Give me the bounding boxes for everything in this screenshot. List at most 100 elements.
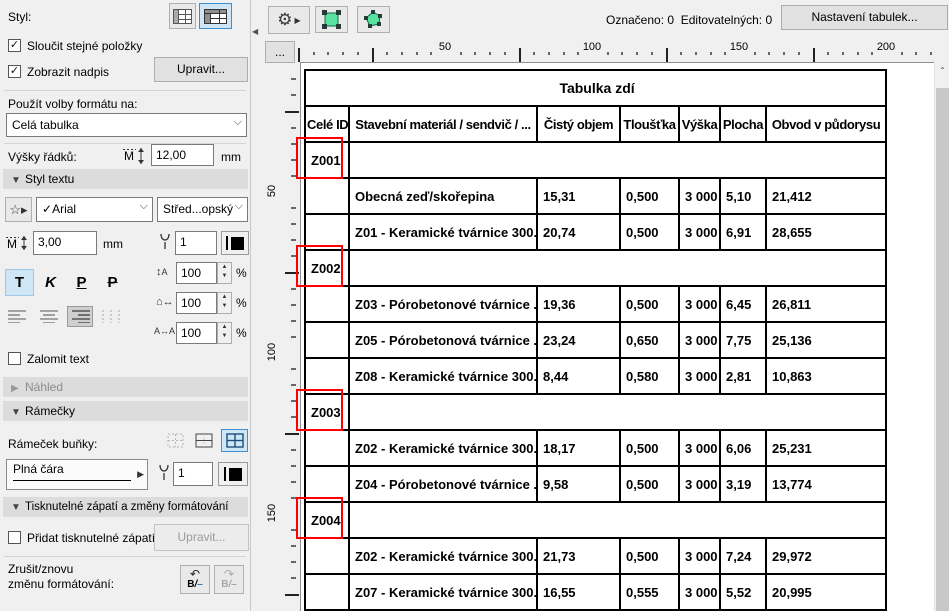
align-justify-button[interactable] <box>98 306 124 327</box>
preview-section-header[interactable]: ▶Náhled <box>3 377 248 397</box>
id-cell[interactable] <box>305 430 349 466</box>
text-pen-input[interactable]: 1 <box>175 231 217 255</box>
table-cell[interactable]: 13,774 <box>766 466 886 502</box>
table-cell[interactable]: 29,972 <box>766 538 886 574</box>
row-height-input[interactable]: 12,00 <box>151 144 214 166</box>
merge-items-checkbox[interactable]: ✓ <box>8 39 21 52</box>
table-style-header-button[interactable] <box>199 3 232 29</box>
char-width-spinner[interactable]: ▲▼ <box>217 292 232 314</box>
column-header[interactable]: Obvod v půdorysu <box>766 106 886 142</box>
footer-edit-button[interactable]: Upravit... <box>154 524 249 551</box>
text-style-section-header[interactable]: ▼Styl textu <box>3 169 248 189</box>
column-header[interactable]: Čistý objem <box>537 106 620 142</box>
show-heading-checkbox[interactable]: ✓ <box>8 65 21 78</box>
drawing-canvas[interactable]: Tabulka zdíCelé IDStavební materiál / se… <box>300 62 935 611</box>
heading-edit-button[interactable]: Upravit... <box>154 57 248 82</box>
table-cell[interactable]: 2,81 <box>720 358 766 394</box>
table-cell[interactable]: 3 000 <box>679 358 720 394</box>
text-pen-color-swatch[interactable] <box>221 231 249 255</box>
vertical-ruler[interactable]: 50100150 <box>264 62 300 611</box>
table-cell[interactable]: 7,24 <box>720 538 766 574</box>
vertical-scrollbar[interactable]: ⌃ <box>934 62 949 611</box>
table-cell[interactable]: Z03 - Pórobetonové tvárnice ... <box>349 286 537 322</box>
column-header[interactable]: Plocha <box>720 106 766 142</box>
scheme-settings-button[interactable]: Nastavení tabulek... <box>781 5 948 30</box>
table-cell[interactable]: 0,555 <box>620 574 679 610</box>
column-header[interactable]: Stavební materiál / sendvič / ... <box>349 106 537 142</box>
table-cell[interactable]: 0,500 <box>620 430 679 466</box>
spinner-down-icon[interactable]: ▼ <box>218 302 231 311</box>
table-cell[interactable]: 3 000 <box>679 322 720 358</box>
favorites-button[interactable]: ☆▸ <box>5 197 32 222</box>
schedule-title[interactable]: Tabulka zdí <box>305 70 886 106</box>
table-cell[interactable]: 0,500 <box>620 286 679 322</box>
table-cell[interactable]: 28,655 <box>766 214 886 250</box>
collapse-sidebar-arrow-icon[interactable]: ◀ <box>252 27 258 36</box>
table-cell[interactable]: 3 000 <box>679 538 720 574</box>
spinner-up-icon[interactable]: ▲ <box>218 293 231 302</box>
spinner-down-icon[interactable]: ▼ <box>218 272 231 281</box>
table-cell[interactable]: 5,52 <box>720 574 766 610</box>
font-select[interactable]: ✓Arial ⌵ <box>36 197 153 222</box>
border-all-button[interactable] <box>221 429 248 452</box>
table-cell[interactable]: Z02 - Keramické tvárnice 300... <box>349 538 537 574</box>
scrollbar-thumb[interactable] <box>936 88 949 611</box>
settings-menu-button[interactable]: ⚙ ▶ <box>268 6 310 34</box>
table-cell[interactable]: 6,91 <box>720 214 766 250</box>
id-cell[interactable] <box>305 322 349 358</box>
table-cell[interactable]: 0,500 <box>620 538 679 574</box>
scroll-up-button[interactable]: ⌃ <box>935 62 949 80</box>
table-cell[interactable]: Obecná zeď/skořepina <box>349 178 537 214</box>
table-cell[interactable]: 6,45 <box>720 286 766 322</box>
encoding-select[interactable]: Střed...opský ⌵ <box>157 197 248 222</box>
table-cell[interactable]: 6,06 <box>720 430 766 466</box>
table-cell[interactable]: 5,10 <box>720 178 766 214</box>
table-cell[interactable]: Z07 - Keramické tvárnice 300... <box>349 574 537 610</box>
text-size-input[interactable]: 3,00 <box>33 231 97 255</box>
strikethrough-button[interactable]: P <box>99 269 126 296</box>
table-cell[interactable]: Z05 - Pórobetonová tvárnice ... <box>349 322 537 358</box>
group-row-spacer[interactable] <box>349 502 886 538</box>
table-cell[interactable]: 19,36 <box>537 286 620 322</box>
table-cell[interactable]: 20,995 <box>766 574 886 610</box>
border-pen-input[interactable]: 1 <box>173 462 213 486</box>
borders-section-header[interactable]: ▼Rámečky <box>3 401 248 421</box>
table-cell[interactable]: 3 000 <box>679 430 720 466</box>
table-cell[interactable]: 8,44 <box>537 358 620 394</box>
group-row-spacer[interactable] <box>349 142 886 178</box>
spinner-up-icon[interactable]: ▲ <box>218 323 231 332</box>
table-cell[interactable]: 0,500 <box>620 466 679 502</box>
table-cell[interactable]: 0,650 <box>620 322 679 358</box>
table-cell[interactable]: 23,24 <box>537 322 620 358</box>
table-cell[interactable]: 3,19 <box>720 466 766 502</box>
table-cell[interactable]: 3 000 <box>679 178 720 214</box>
group-row-spacer[interactable] <box>349 394 886 430</box>
table-cell[interactable]: 18,17 <box>537 430 620 466</box>
table-cell[interactable]: 21,412 <box>766 178 886 214</box>
footer-section-header[interactable]: ▼Tisknutelné zápatí a změny formátování <box>3 497 248 517</box>
schedule-table[interactable]: Tabulka zdíCelé IDStavební materiál / se… <box>304 69 887 611</box>
table-cell[interactable]: 15,31 <box>537 178 620 214</box>
table-cell[interactable]: 3 000 <box>679 466 720 502</box>
table-cell[interactable]: 3 000 <box>679 286 720 322</box>
table-cell[interactable]: 25,136 <box>766 322 886 358</box>
wrap-text-checkbox[interactable] <box>8 352 21 365</box>
align-right-button[interactable] <box>67 306 93 327</box>
id-cell[interactable] <box>305 178 349 214</box>
table-cell[interactable]: 26,811 <box>766 286 886 322</box>
table-cell[interactable]: 7,75 <box>720 322 766 358</box>
table-cell[interactable]: Z08 - Keramické tvárnice 300... <box>349 358 537 394</box>
group-row-spacer[interactable] <box>349 250 886 286</box>
id-cell[interactable] <box>305 538 349 574</box>
column-header[interactable]: Tloušťka <box>620 106 679 142</box>
align-left-button[interactable] <box>5 306 31 327</box>
table-cell[interactable]: 0,500 <box>620 178 679 214</box>
line-spacing-spinner[interactable]: ▲▼ <box>217 262 232 284</box>
table-cell[interactable]: 3 000 <box>679 574 720 610</box>
char-width-input[interactable]: 100 <box>176 292 217 314</box>
table-cell[interactable]: Z02 - Keramické tvárnice 300... <box>349 430 537 466</box>
border-pen-color-swatch[interactable] <box>218 462 248 486</box>
char-spacing-input[interactable]: 100 <box>176 322 217 344</box>
horizontal-ruler[interactable]: 50100150200 <box>252 36 934 62</box>
table-cell[interactable]: 9,58 <box>537 466 620 502</box>
